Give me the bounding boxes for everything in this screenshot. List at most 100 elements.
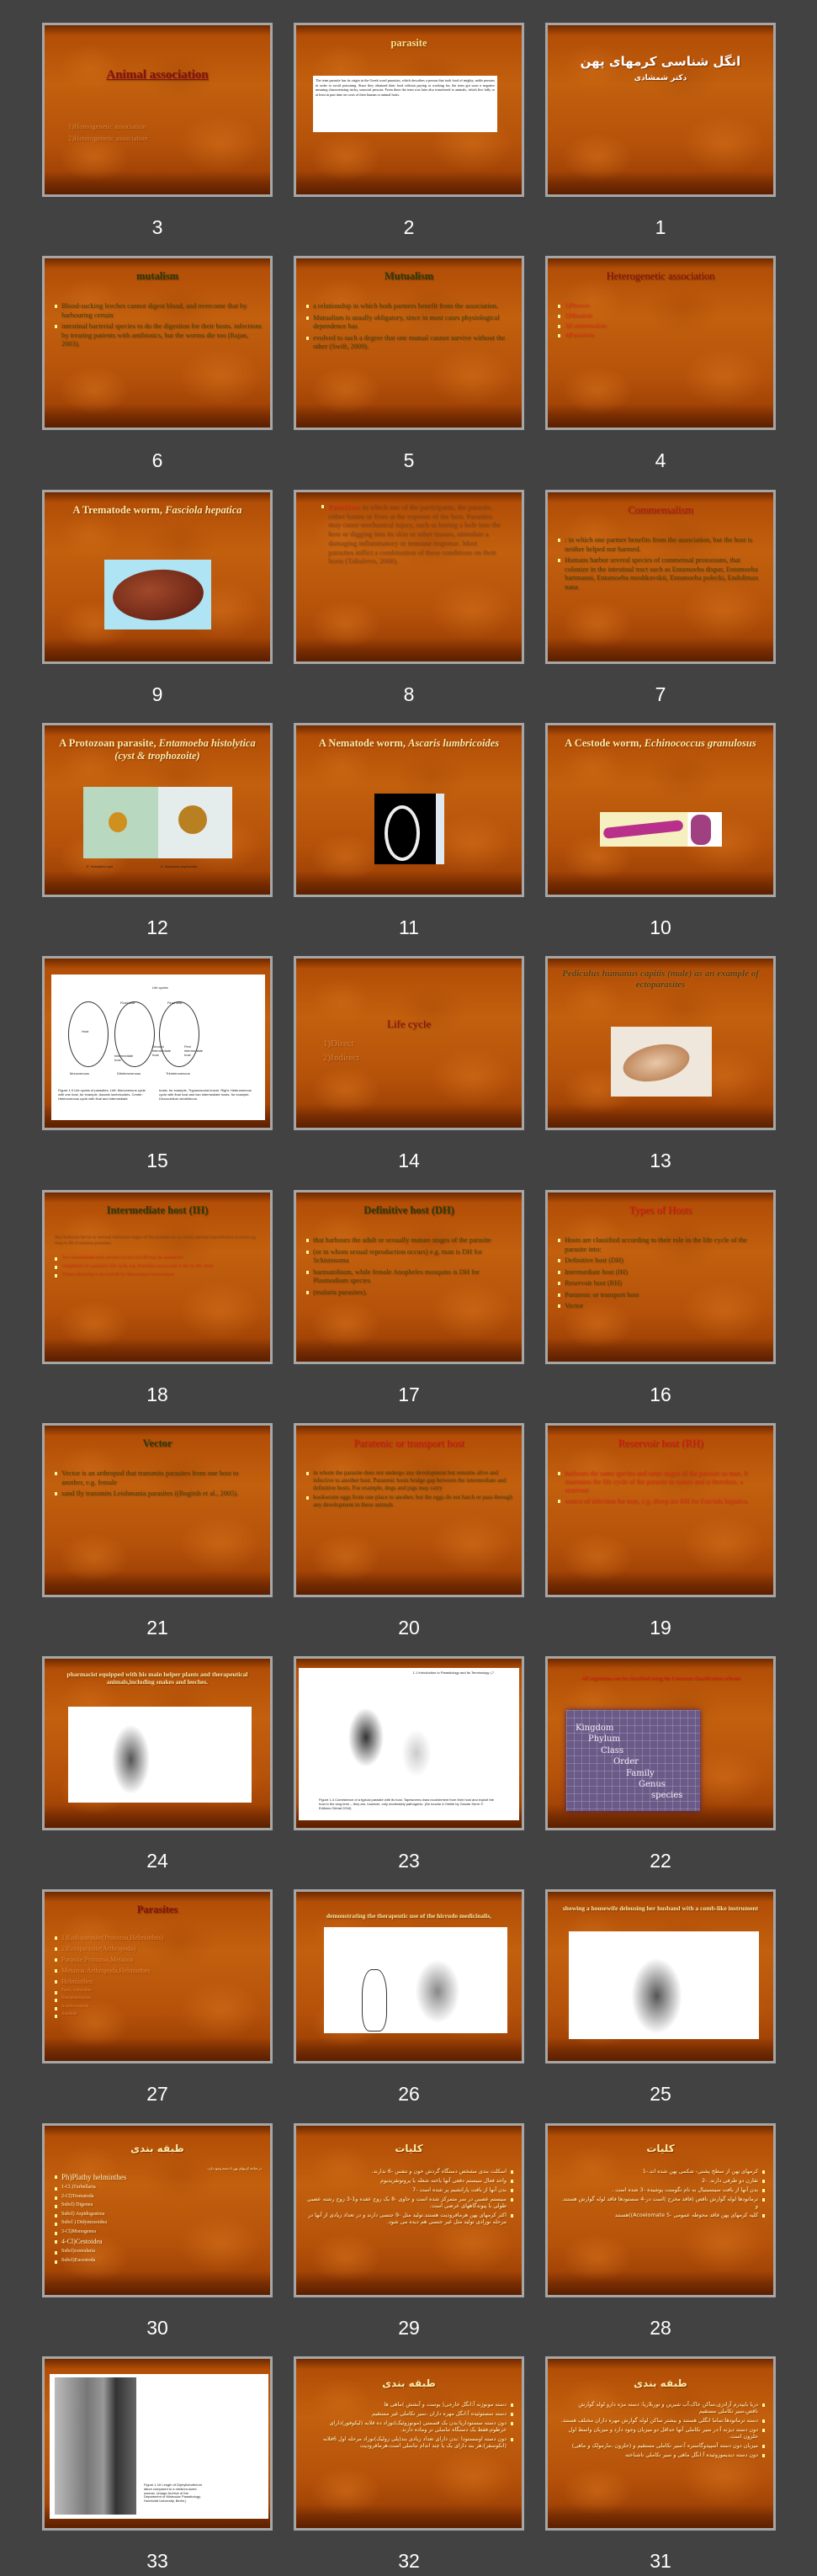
slide-bullet: 2)Heterogenetic association [68,133,148,142]
slide-bullet: Tilapia (fish) fish is the 2nd IH for He… [55,1272,262,1277]
slide-thumbnail-31[interactable]: طبقه بندی دریا بایپدرم آزادزی،ساکن خاک،آب… [545,2356,776,2531]
slide-bullet: Metazoa:Arthropoda,Helminthes [55,1967,262,1975]
slide-bullet: 4-Cl)Cestoidea [55,2238,262,2246]
slide-thumbnail-12[interactable]: A Protozoan parasite, Entamoeba histolyt… [42,723,273,897]
slide-thumbnail-19[interactable]: Reservoir host (RH) harbours the same spe… [545,1423,776,1597]
figure-caption: Figure 1.16 Length of Diphyllobothrium l… [144,2483,202,2504]
slide-bullet: Subcl ) Didymozoidea [55,2220,262,2227]
slide-title: Heterogenetic association [554,270,767,283]
title-text: طبقه بندی [130,2143,184,2154]
slide-image-louse [611,1027,712,1097]
slide-thumbnail-28[interactable]: کلیات کرمهای پهن از سطح پشتی- شکمی پهن شد… [545,2123,776,2297]
slide-bullets: in whom the parasite does not undergo an… [306,1469,513,1511]
slide-thumbnail-25[interactable]: showing a housewife delousing her husban… [545,1889,776,2063]
slide-bullet: میزبان دون دسته آسپیدوگاستره آ:سیر تکامل… [558,2442,765,2449]
slide-title: Intermediate host (IH) [51,1204,263,1217]
slide-note: در شاخه کرمهای پهن 4 دسته وجود دارد: [207,2166,262,2170]
title-italic-text: Pediculus humanus capitis (male) as an e… [562,969,759,991]
slide-thumbnail-4[interactable]: Heterogenetic association 1)Phoresis 2)Mut… [545,256,776,430]
slide-bullet: Definitive host (DH) [558,1256,765,1266]
slide-bullet: Subcl) Aspidogastrea [55,2212,262,2218]
slide-thumbnail-20[interactable]: Paratenic or transport host in whom the p… [294,1423,524,1597]
slide-bullet: Parasitism: in which one of the particip… [321,502,503,566]
slide-bullet: (or in whom sexual reproduction occurs) … [306,1248,513,1266]
slide-thumbnail-26[interactable]: demonstrating the therapeutic use of the… [294,1889,524,2063]
title-text: انگل شناسی کرمهای پهن [580,54,741,69]
title-text: pharmacist equipped with his main helper… [66,1670,248,1686]
title-text: Vector [142,1437,172,1449]
slide-thumbnail-30[interactable]: طبقه بندی در شاخه کرمهای پهن 4 دسته وجود … [42,2123,273,2297]
slide-thumbnail-10[interactable]: A Cestode worm, Echinococcus granulosus [545,723,776,897]
slide-bullet: 3)Commensalism [558,322,765,330]
slide-number: 23 [398,1850,420,1872]
slide-number: 3 [151,216,163,238]
title-text: Heterogenetic association [606,270,715,282]
slide-bullet: Ph)Plathy helminthes [55,2173,262,2182]
slide-thumbnail-24[interactable]: pharmacist equipped with his main helper… [42,1656,273,1830]
slide-bullet: تقارن دو طرفی دارند. -2 [558,2177,765,2184]
slide-thumbnail-5[interactable]: Mutualism a relationship in which both pa… [294,256,524,430]
slide-bullets: اسکلت بندی مشخص دستگاه گردش خون و تنفس -… [306,2168,513,2228]
title-text: Definitive host (DH) [363,1204,454,1216]
slide-thumbnail-23[interactable]: 1.1 Introduction to Parasitology and Its… [294,1656,524,1830]
slide-title: demonstrating the therapeutic use of the… [303,1912,515,1920]
slide-bullet: 2)Mutalism [558,312,765,320]
slide-thumbnail-2[interactable]: parasite The term parasite has its origin… [294,23,524,197]
slide-thumbnail-7[interactable]: Commensalism: in which one partner benef… [545,490,776,664]
diagram-label: Final host [120,1001,135,1005]
parasite-definition-text: The term parasite has its origin in the … [316,78,495,98]
taxonomy-rank: species [651,1791,683,1801]
slide-bullet: Subcl) Digenea [55,2202,262,2209]
slide-number: 32 [398,2550,420,2572]
slide-bullets: a relationship in which both partners be… [306,302,513,354]
slide-title: Definitive host (DH) [303,1204,515,1217]
slide-thumbnail-3[interactable]: Animal association 1)Homogenetic associat… [42,23,273,197]
taxonomy-rank: Family [626,1768,655,1778]
slide-number: 29 [398,2317,420,2339]
title-italic-text: Fasciola hepatica [165,504,242,516]
slide-bullet: Reservoir host (RH) [558,1279,765,1288]
slide-bullets: 1)Homogenetic association 2)Heterogenetic… [61,122,262,145]
slide-thumbnail-11[interactable]: A Nematode worm, Ascaris lumbricoides [294,723,524,897]
slide-bullet: Subcl)cestodaria [55,2249,262,2255]
slide-bullets: دسته مونوژنه آ:انگل خارجی( پوست و آبشش )… [306,2401,513,2451]
slide-title: Life cycle [303,1017,515,1031]
slide-number: 24 [146,1850,168,1872]
diagram-label: Intermediate host [114,1054,134,1062]
slide-thumbnail-21[interactable]: Vector Vector is an arthropod that transm… [42,1423,273,1597]
slide-thumbnail-18[interactable]: Intermediate host (IH) that harbours larv… [42,1190,273,1364]
slide-thumbnail-1[interactable]: انگل شناسی کرمهای پهن دکتر شمشادی [545,23,776,197]
slide-thumbnail-22[interactable]: All organisms can be classified using th… [545,1656,776,1830]
life-cycle-circle [68,1001,109,1067]
slide-bullet: hookworm eggs from one place to another,… [306,1494,513,1509]
slide-thumbnail-29[interactable]: کلیات اسکلت بندی مشخص دستگاه گردش خون و ت… [294,2123,524,2297]
slide-thumbnail-8[interactable]: Parasitism: in which one of the particip… [294,490,524,664]
image-caption: E. histolytica trophozoite [161,864,198,869]
diagram-label: Second intermediate host [152,1044,172,1057]
slide-thumbnail-6[interactable]: mutalism Blood-sucking leeches cannot dig… [42,256,273,430]
slide-thumbnail-17[interactable]: Definitive host (DH) that harbours the ad… [294,1190,524,1364]
title-text: A Protozoan parasite, [59,737,159,749]
slide-thumbnail-27[interactable]: Parasites 1)Endoparasite(Protozoa,Helmint… [42,1889,273,2063]
slide-title: Paratenic or transport host [303,1437,515,1450]
slide-thumbnail-9[interactable]: A Trematode worm, Fasciola hepatica [42,490,273,664]
slide-thumbnail-32[interactable]: طبقه بندی دسته مونوژنه آ:انگل خارجی( پوست… [294,2356,524,2531]
slide-bullet: Vector [558,1302,765,1311]
title-italic-text: Ascaris lumbricoides [408,737,500,749]
slide-number: 33 [146,2550,168,2572]
slide-bullet: دون دسته اوسستودا :بدن دارای تعداد زیادی… [306,2435,513,2449]
slide-title: parasite [303,37,515,50]
title-text: Paratenic or transport host [353,1437,464,1449]
taxonomy-rank: Kingdom [576,1724,614,1733]
slide-thumbnail-15[interactable]: Life cycles Host Final host Final host Inter… [42,956,273,1130]
slide-thumbnail-13[interactable]: Pediculus humanus capitis (male) as an e… [545,956,776,1130]
slide-bullet: 1)Homogenetic association [68,122,146,130]
slide-thumbnail-14[interactable]: Life cycle 1)Direct 2)Indirect [294,956,524,1130]
slide-title: کلیات [554,2143,767,2154]
slide-thumbnail-33[interactable]: Figure 1.16 Length of Diphyllobothrium l… [42,2356,273,2531]
slide-lead-text: that harbours larval or asexual immature… [55,1235,257,1246]
slide-image-lifecycle: Life cycles Host Final host Final host Inter… [51,975,265,1120]
trophozoite-micrograph [157,787,232,858]
slide-bullet: 3-Cl)Monogenea [55,2229,262,2236]
slide-thumbnail-16[interactable]: Types of Hosts Hosts are classified accor… [545,1190,776,1364]
